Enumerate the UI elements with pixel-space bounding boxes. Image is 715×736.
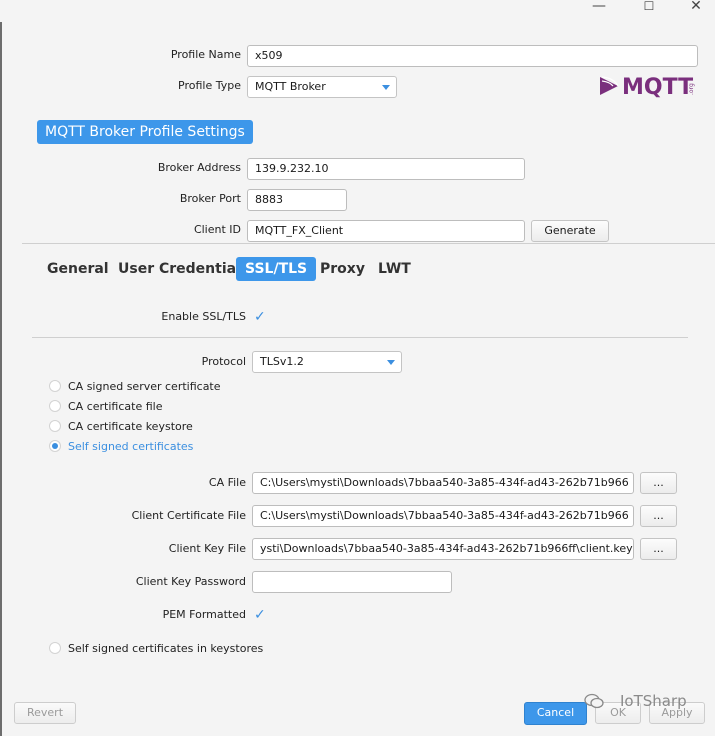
broker-section-title: MQTT Broker Profile Settings [37,120,253,144]
chevron-down-icon [382,85,390,90]
profile-type-select[interactable]: MQTT Broker [247,76,397,98]
radio-self-signed-keystores[interactable] [49,642,61,654]
minimize-icon[interactable]: — [586,0,612,16]
chevron-down-icon [387,360,395,365]
radio-label: CA certificate keystore [68,420,193,433]
wechat-icon [584,693,604,709]
broker-address-input[interactable]: 139.9.232.10 [247,158,525,180]
separator [32,337,688,338]
client-key-input[interactable]: ysti\Downloads\7bbaa540-3a85-434f-ad43-2… [252,538,634,560]
svg-text:MQTT: MQTT [622,75,693,99]
broker-port-input[interactable]: 8883 [247,189,347,211]
radio-self-signed-certificates[interactable] [49,440,61,452]
broker-port-label: Broker Port [179,192,241,205]
profile-type-label: Profile Type [178,79,241,92]
profile-name-label: Profile Name [170,48,241,61]
tab-lwt[interactable]: LWT [378,257,411,281]
svg-text:.org: .org [688,83,695,95]
profile-name-input[interactable]: x509 [247,45,698,67]
cancel-button[interactable]: Cancel [524,702,587,725]
key-password-label: Client Key Password [135,575,246,588]
client-key-browse-button[interactable]: ... [640,538,677,560]
protocol-label: Protocol [201,355,246,368]
protocol-select[interactable]: TLSv1.2 [252,351,402,373]
tab-general[interactable]: General [47,257,109,281]
window-border [0,22,2,736]
ca-file-browse-button[interactable]: ... [640,472,677,494]
revert-button[interactable]: Revert [14,702,76,724]
client-key-label: Client Key File [168,542,246,555]
client-cert-input[interactable]: C:\Users\mysti\Downloads\7bbaa540-3a85-4… [252,505,634,527]
radio-label: CA certificate file [68,400,163,413]
broker-address-label: Broker Address [157,161,241,174]
client-id-label: Client ID [193,223,241,236]
maximize-icon[interactable]: ☐ [636,0,662,16]
pem-formatted-label: PEM Formatted [162,608,246,621]
pem-formatted-checkbox[interactable]: ✓ [254,608,266,622]
radio-ca-certificate-keystore[interactable] [49,420,61,432]
radio-ca-certificate-file[interactable] [49,400,61,412]
enable-ssl-checkbox[interactable]: ✓ [254,310,266,324]
mqtt-logo: MQTT .org [600,73,700,100]
radio-label: Self signed certificates [68,440,194,453]
radio-label: CA signed server certificate [68,380,221,393]
radio-ca-signed-server-certificate[interactable] [49,380,61,392]
protocol-value: TLSv1.2 [260,355,304,368]
watermark-text: IoTSharp [620,692,687,710]
generate-button[interactable]: Generate [531,220,609,242]
tab-ssl-tls[interactable]: SSL/TLS [236,257,317,281]
client-cert-browse-button[interactable]: ... [640,505,677,527]
tab-proxy[interactable]: Proxy [320,257,365,281]
key-password-input[interactable] [252,571,452,593]
radio-label: Self signed certificates in keystores [68,642,264,655]
client-cert-label: Client Certificate File [131,509,246,522]
tab-user-credentials[interactable]: User Credentials [118,257,249,281]
enable-ssl-label: Enable SSL/TLS [161,310,246,323]
profile-type-value: MQTT Broker [255,80,326,93]
close-icon[interactable]: ✕ [683,0,709,16]
separator [22,243,715,244]
ca-file-input[interactable]: C:\Users\mysti\Downloads\7bbaa540-3a85-4… [252,472,634,494]
client-id-input[interactable]: MQTT_FX_Client [247,220,525,242]
ca-file-label: CA File [208,476,246,489]
